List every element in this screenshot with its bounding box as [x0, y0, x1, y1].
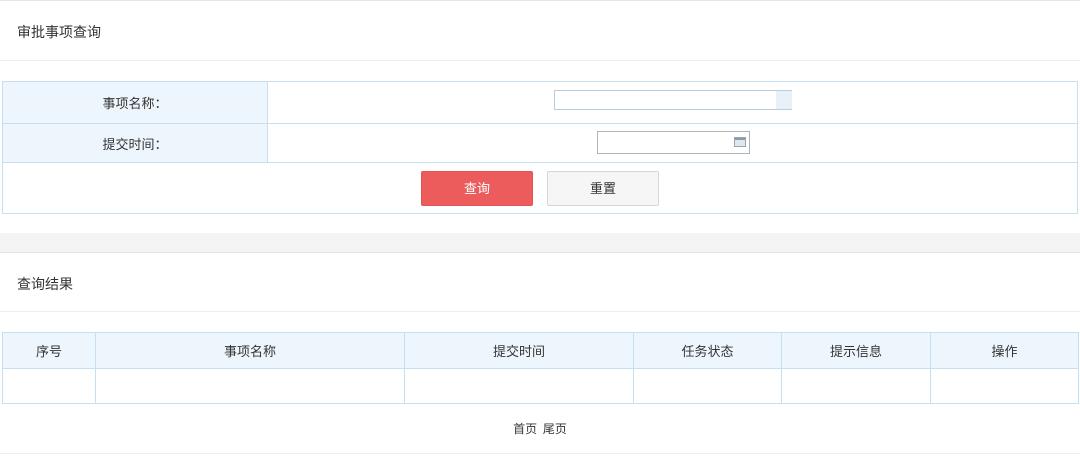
first-page-link[interactable]: 首页: [513, 422, 537, 436]
form-actions: 查询 重置: [2, 162, 1078, 214]
table-cell: [2, 368, 96, 404]
submit-time-label: 提交时间：: [2, 123, 268, 163]
query-panel-title: 审批事项查询: [17, 25, 101, 41]
column-header-index: 序号: [2, 332, 96, 369]
divider: [0, 311, 1080, 312]
column-header-submit-time: 提交时间: [404, 332, 634, 369]
reset-button[interactable]: 重置: [547, 170, 659, 206]
table-cell: [930, 368, 1079, 404]
column-header-item-name: 事项名称: [95, 332, 405, 369]
query-form: 事项名称： 提交时间： 查询 重置: [2, 81, 1078, 214]
query-panel: 审批事项查询 事项名称： 提交时间： 查询 重置: [0, 0, 1080, 233]
submit-time-input[interactable]: [597, 131, 750, 154]
results-panel-title: 查询结果: [17, 277, 73, 293]
table-cell: [404, 368, 634, 404]
column-header-hint: 提示信息: [781, 332, 931, 369]
item-name-input[interactable]: [554, 90, 792, 110]
item-name-label: 事项名称：: [2, 81, 268, 124]
table-row: [2, 368, 1079, 404]
column-header-actions: 操作: [930, 332, 1079, 369]
divider: [0, 453, 1080, 454]
pagination: 首页 尾页: [0, 420, 1080, 437]
input-end-shade: [776, 91, 792, 109]
results-table: 序号 事项名称 提交时间 任务状态 提示信息 操作: [2, 332, 1079, 404]
table-cell: [633, 368, 782, 404]
last-page-link[interactable]: 尾页: [543, 422, 567, 436]
table-cell: [781, 368, 931, 404]
column-header-task-status: 任务状态: [633, 332, 782, 369]
query-button[interactable]: 查询: [421, 170, 533, 206]
table-cell: [95, 368, 405, 404]
calendar-icon[interactable]: [734, 137, 746, 147]
divider: [0, 60, 1080, 61]
results-panel: 查询结果 序号 事项名称 提交时间 任务状态 提示信息 操作 首页 尾页: [0, 252, 1080, 459]
